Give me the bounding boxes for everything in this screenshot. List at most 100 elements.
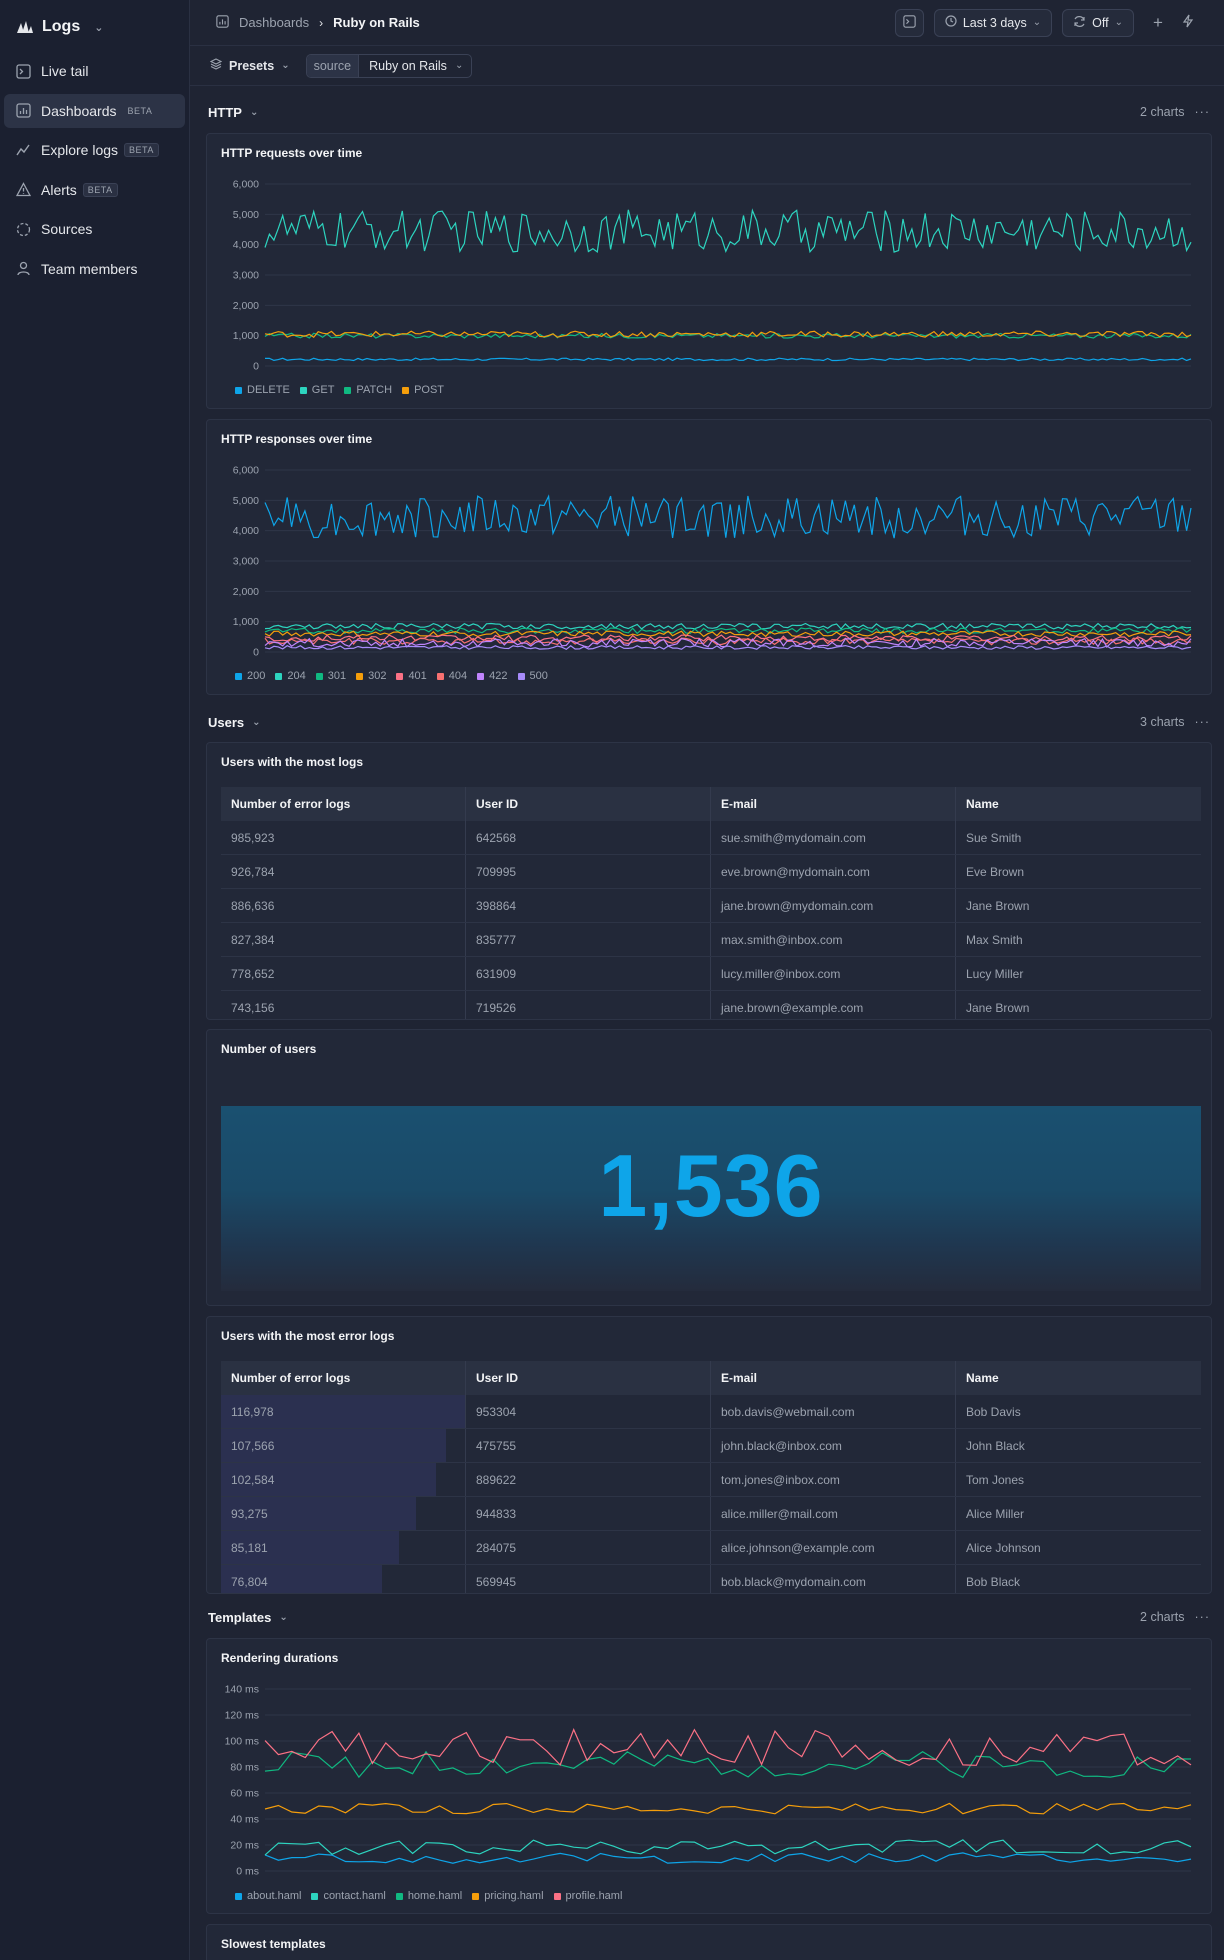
legend-item[interactable]: profile.haml <box>553 1890 622 1902</box>
chart-http-responses: HTTP responses over time 0 1,000 2,000 3,00… <box>206 419 1212 695</box>
sidebar-item-explore-logs[interactable]: Explore logs BETA <box>4 133 185 167</box>
legend-item[interactable]: GET <box>299 384 334 396</box>
legend-item[interactable]: 401 <box>396 670 427 682</box>
legend-item[interactable]: 200 <box>235 670 265 682</box>
legend-label: 301 <box>327 670 347 682</box>
series-line-get <box>264 208 1192 254</box>
breadcrumb-dashboards-link[interactable]: Dashboards <box>239 15 309 30</box>
sidebar-item-live-tail[interactable]: Live tail <box>4 54 185 88</box>
dashboard-icon <box>216 14 229 31</box>
page-title: Ruby on Rails <box>333 15 420 30</box>
column-header[interactable]: E-mail <box>711 1361 956 1395</box>
legend-label: 204 <box>287 670 306 682</box>
top-bar: Dashboards › Ruby on Rails Last 3 days ⌄… <box>190 0 1224 46</box>
sidebar-item-team-members[interactable]: Team members <box>4 252 185 286</box>
table-cell: Alice Miller <box>966 1506 1025 1521</box>
presets-label: Presets <box>229 58 275 73</box>
legend-item[interactable]: 204 <box>275 670 306 682</box>
legend-item[interactable]: about.haml <box>235 1890 301 1902</box>
source-filter-chip[interactable]: source Ruby on Rails ⌄ <box>305 53 473 78</box>
section-toggle[interactable]: Users ⌄ <box>208 715 261 730</box>
legend-item[interactable]: POST <box>402 384 444 396</box>
legend-swatch <box>553 1892 561 1900</box>
section-toggle[interactable]: HTTP ⌄ <box>208 105 258 120</box>
y-tick-label: 40 ms <box>230 1814 259 1826</box>
column-header[interactable]: Number of error logs <box>221 1361 466 1395</box>
y-tick-label: 20 ms <box>230 1840 259 1852</box>
legend-item[interactable]: pricing.haml <box>472 1890 544 1902</box>
table-users-most-logs: Users with the most logs Number of error… <box>206 742 1212 1020</box>
table-cell: 778,652 <box>221 957 466 990</box>
chevron-down-icon: ⌄ <box>94 21 104 34</box>
table-cell: Tom Jones <box>966 1472 1025 1487</box>
y-tick-label: 1,000 <box>233 330 259 342</box>
bolt-button[interactable] <box>1174 9 1202 37</box>
table-cell: Alice Johnson <box>966 1540 1041 1555</box>
legend-item[interactable]: contact.haml <box>311 1890 386 1902</box>
lightning-icon <box>1182 14 1194 31</box>
table-row: 827,384 835777 max.smith@inbox.com Max Smit… <box>221 923 1201 957</box>
y-tick-label: 3,000 <box>233 270 259 282</box>
column-header[interactable]: User ID <box>466 1361 711 1395</box>
presets-dropdown[interactable]: Presets ⌄ <box>209 58 290 73</box>
sidebar-item-label: Explore logs <box>41 142 119 158</box>
more-icon[interactable]: ··· <box>1195 1610 1211 1624</box>
legend-item[interactable]: 422 <box>477 670 508 682</box>
logs-logo-icon <box>17 21 33 33</box>
table-row: 85,181 284075 alice.johnson@example.com Ali… <box>221 1531 1201 1565</box>
table-cell: alice.miller@mail.com <box>711 1497 956 1530</box>
sidebar-item-sources[interactable]: Sources <box>4 212 185 246</box>
table-cell: 985,923 <box>221 821 466 854</box>
chevron-down-icon: ⌄ <box>1114 17 1123 28</box>
series-line-200 <box>264 494 1192 539</box>
legend-item[interactable]: home.haml <box>395 1890 462 1902</box>
legend-item[interactable]: 500 <box>517 670 548 682</box>
legend-item[interactable]: PATCH <box>344 384 392 396</box>
legend-swatch <box>235 1892 242 1900</box>
chart-count: 3 charts <box>1140 715 1185 729</box>
section-count: 2 charts ··· <box>1140 1610 1210 1624</box>
column-header[interactable]: Name <box>956 787 1201 821</box>
table-cell: 944833 <box>466 1497 711 1530</box>
add-button[interactable]: + <box>1144 9 1172 37</box>
column-header[interactable]: User ID <box>466 787 711 821</box>
table-cell: 85,181 <box>221 1531 466 1564</box>
terminal-icon <box>15 63 31 79</box>
table-cell: 398864 <box>466 889 711 922</box>
app-switcher[interactable]: Logs ⌄ <box>0 0 189 54</box>
legend-item[interactable]: 302 <box>356 670 386 682</box>
table-cell: Eve Brown <box>966 864 1025 879</box>
table-cell: Jane Brown <box>966 898 1030 913</box>
table-cell: 631909 <box>466 957 711 990</box>
legend-label: POST <box>414 384 445 396</box>
sidebar-item-label: Dashboards <box>41 102 117 119</box>
refresh-interval-select[interactable]: Off ⌄ <box>1062 8 1134 37</box>
more-icon[interactable]: ··· <box>1195 715 1211 729</box>
sidebar-item-alerts[interactable]: Alerts BETA <box>4 173 185 207</box>
column-header[interactable]: Name <box>956 1361 1201 1395</box>
more-icon[interactable]: ··· <box>1195 105 1211 119</box>
legend-swatch <box>477 672 485 680</box>
section-toggle[interactable]: Templates ⌄ <box>208 1610 288 1625</box>
legend-item[interactable]: DELETE <box>235 384 290 396</box>
section-title: Templates <box>208 1609 272 1625</box>
y-tick-label: 2,000 <box>233 300 259 312</box>
table-cell: bob.black@mydomain.com <box>711 1565 956 1593</box>
table-row: 76,804 569945 bob.black@mydomain.com Bob Bl… <box>221 1565 1201 1593</box>
table-cell: bob.davis@webmail.com <box>711 1395 956 1428</box>
live-tail-button[interactable] <box>894 8 924 37</box>
y-tick-label: 4,000 <box>233 525 259 537</box>
column-header[interactable]: E-mail <box>711 787 956 821</box>
time-range-select[interactable]: Last 3 days ⌄ <box>933 8 1053 37</box>
legend-item[interactable]: 404 <box>436 670 467 682</box>
filter-key: source <box>306 54 360 77</box>
y-tick-label: 0 <box>253 361 259 373</box>
sidebar-item-dashboards[interactable]: Dashboards BETA <box>4 93 185 128</box>
table-row: 102,584 889622 tom.jones@inbox.com Tom Jone… <box>221 1463 1201 1497</box>
table-header: Number of error logs User ID E-mail Name <box>221 787 1201 821</box>
table-cell: 743,156 <box>221 991 466 1019</box>
table-cell: 709995 <box>466 855 711 888</box>
filter-value-text: Ruby on Rails <box>369 58 447 73</box>
column-header[interactable]: Number of error logs <box>221 787 466 821</box>
legend-item[interactable]: 301 <box>315 670 347 682</box>
